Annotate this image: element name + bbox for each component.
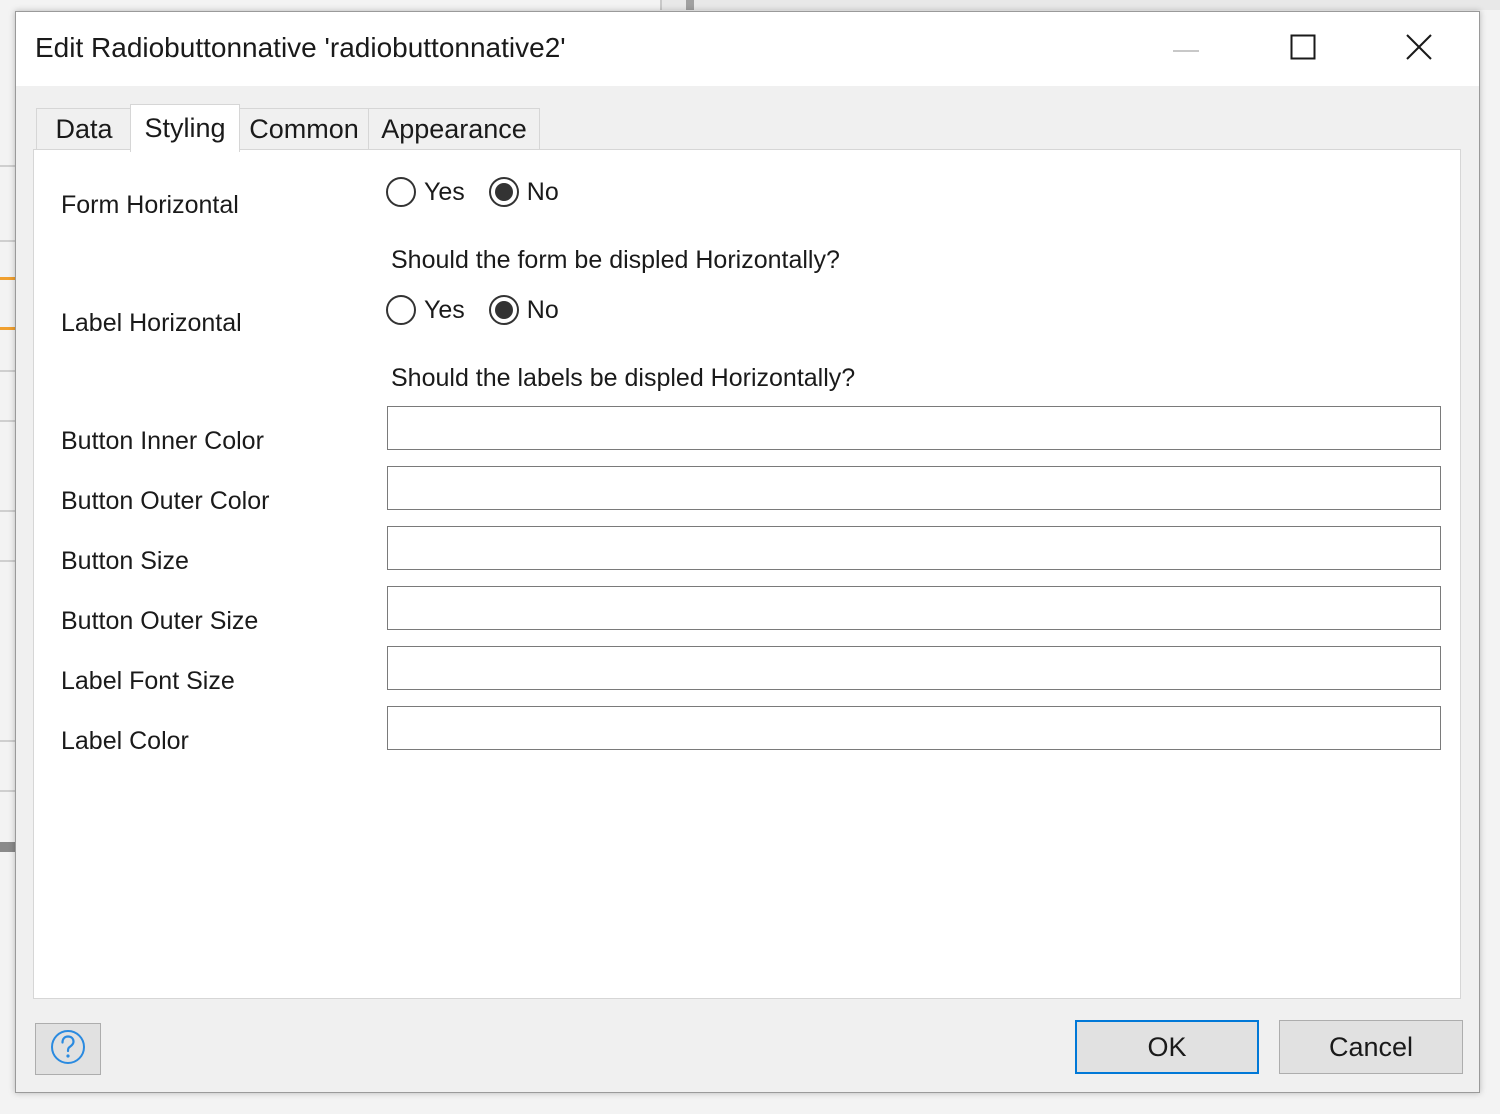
- background-highlight: [0, 277, 16, 280]
- background-divider: [0, 740, 16, 742]
- button-outer-size-input[interactable]: [387, 586, 1441, 630]
- label-horizontal-hint: Should the labels be displed Horizontall…: [391, 364, 856, 392]
- radio-unchecked-icon: [386, 295, 416, 325]
- title-bar[interactable]: Edit Radiobuttonnative 'radiobuttonnativ…: [16, 12, 1479, 86]
- tab-data[interactable]: Data: [36, 108, 132, 150]
- label-horizontal-label: Label Horizontal: [61, 309, 242, 337]
- label-horizontal-radio-group: Yes No: [386, 292, 583, 328]
- label-horizontal-yes-radio[interactable]: Yes: [386, 295, 465, 325]
- close-button[interactable]: [1364, 12, 1474, 86]
- dialog-title: Edit Radiobuttonnative 'radiobuttonnativ…: [35, 32, 566, 63]
- button-inner-color-label: Button Inner Color: [61, 427, 264, 455]
- label-horizontal-no-radio[interactable]: No: [488, 295, 559, 325]
- radio-option-label: No: [526, 177, 559, 206]
- button-outer-color-label: Button Outer Color: [61, 487, 270, 515]
- styling-panel: Form Horizontal Yes No Should the form b…: [33, 149, 1461, 999]
- button-inner-color-input[interactable]: [387, 406, 1441, 450]
- radio-option-label: No: [526, 295, 559, 324]
- form-horizontal-label: Form Horizontal: [61, 191, 239, 219]
- close-icon: [1405, 33, 1433, 66]
- tab-appearance[interactable]: Appearance: [368, 108, 540, 150]
- tab-common[interactable]: Common: [238, 108, 370, 150]
- radio-checked-icon: [488, 177, 519, 207]
- maximize-icon: [1290, 34, 1316, 65]
- background-divider: [0, 842, 16, 852]
- radio-option-label: Yes: [424, 177, 465, 206]
- background-divider: [0, 370, 16, 372]
- ok-button[interactable]: OK: [1075, 1020, 1259, 1074]
- edit-dialog: Edit Radiobuttonnative 'radiobuttonnativ…: [15, 11, 1480, 1093]
- radio-option-label: Yes: [424, 295, 465, 324]
- help-button[interactable]: [35, 1023, 101, 1075]
- maximize-button[interactable]: [1248, 12, 1358, 86]
- radio-unchecked-icon: [386, 177, 416, 207]
- tab-styling[interactable]: Styling: [130, 104, 240, 152]
- label-color-label: Label Color: [61, 727, 189, 755]
- background-scrollbar: [660, 0, 1500, 10]
- form-horizontal-hint: Should the form be displed Horizontally?: [391, 246, 840, 274]
- background-highlight: [0, 327, 16, 330]
- radio-checked-icon: [488, 295, 519, 325]
- background-divider: [0, 165, 16, 167]
- form-horizontal-no-radio[interactable]: No: [488, 177, 559, 207]
- cancel-button[interactable]: Cancel: [1279, 1020, 1463, 1074]
- label-font-size-input[interactable]: [387, 646, 1441, 690]
- form-horizontal-radio-group: Yes No: [386, 174, 583, 210]
- label-color-input[interactable]: [387, 706, 1441, 750]
- background-divider: [0, 790, 16, 792]
- label-font-size-label: Label Font Size: [61, 667, 235, 695]
- form-horizontal-yes-radio[interactable]: Yes: [386, 177, 465, 207]
- minimize-button[interactable]: [1131, 12, 1241, 86]
- minimize-icon: [1173, 40, 1199, 58]
- background-scroll-knob: [686, 0, 694, 10]
- background-divider: [0, 420, 16, 422]
- button-size-input[interactable]: [387, 526, 1441, 570]
- button-outer-color-input[interactable]: [387, 466, 1441, 510]
- background-divider: [0, 560, 16, 562]
- help-icon: [50, 1029, 86, 1070]
- button-outer-size-label: Button Outer Size: [61, 607, 259, 635]
- background-divider: [0, 240, 16, 242]
- button-size-label: Button Size: [61, 547, 189, 575]
- background-divider: [0, 510, 16, 512]
